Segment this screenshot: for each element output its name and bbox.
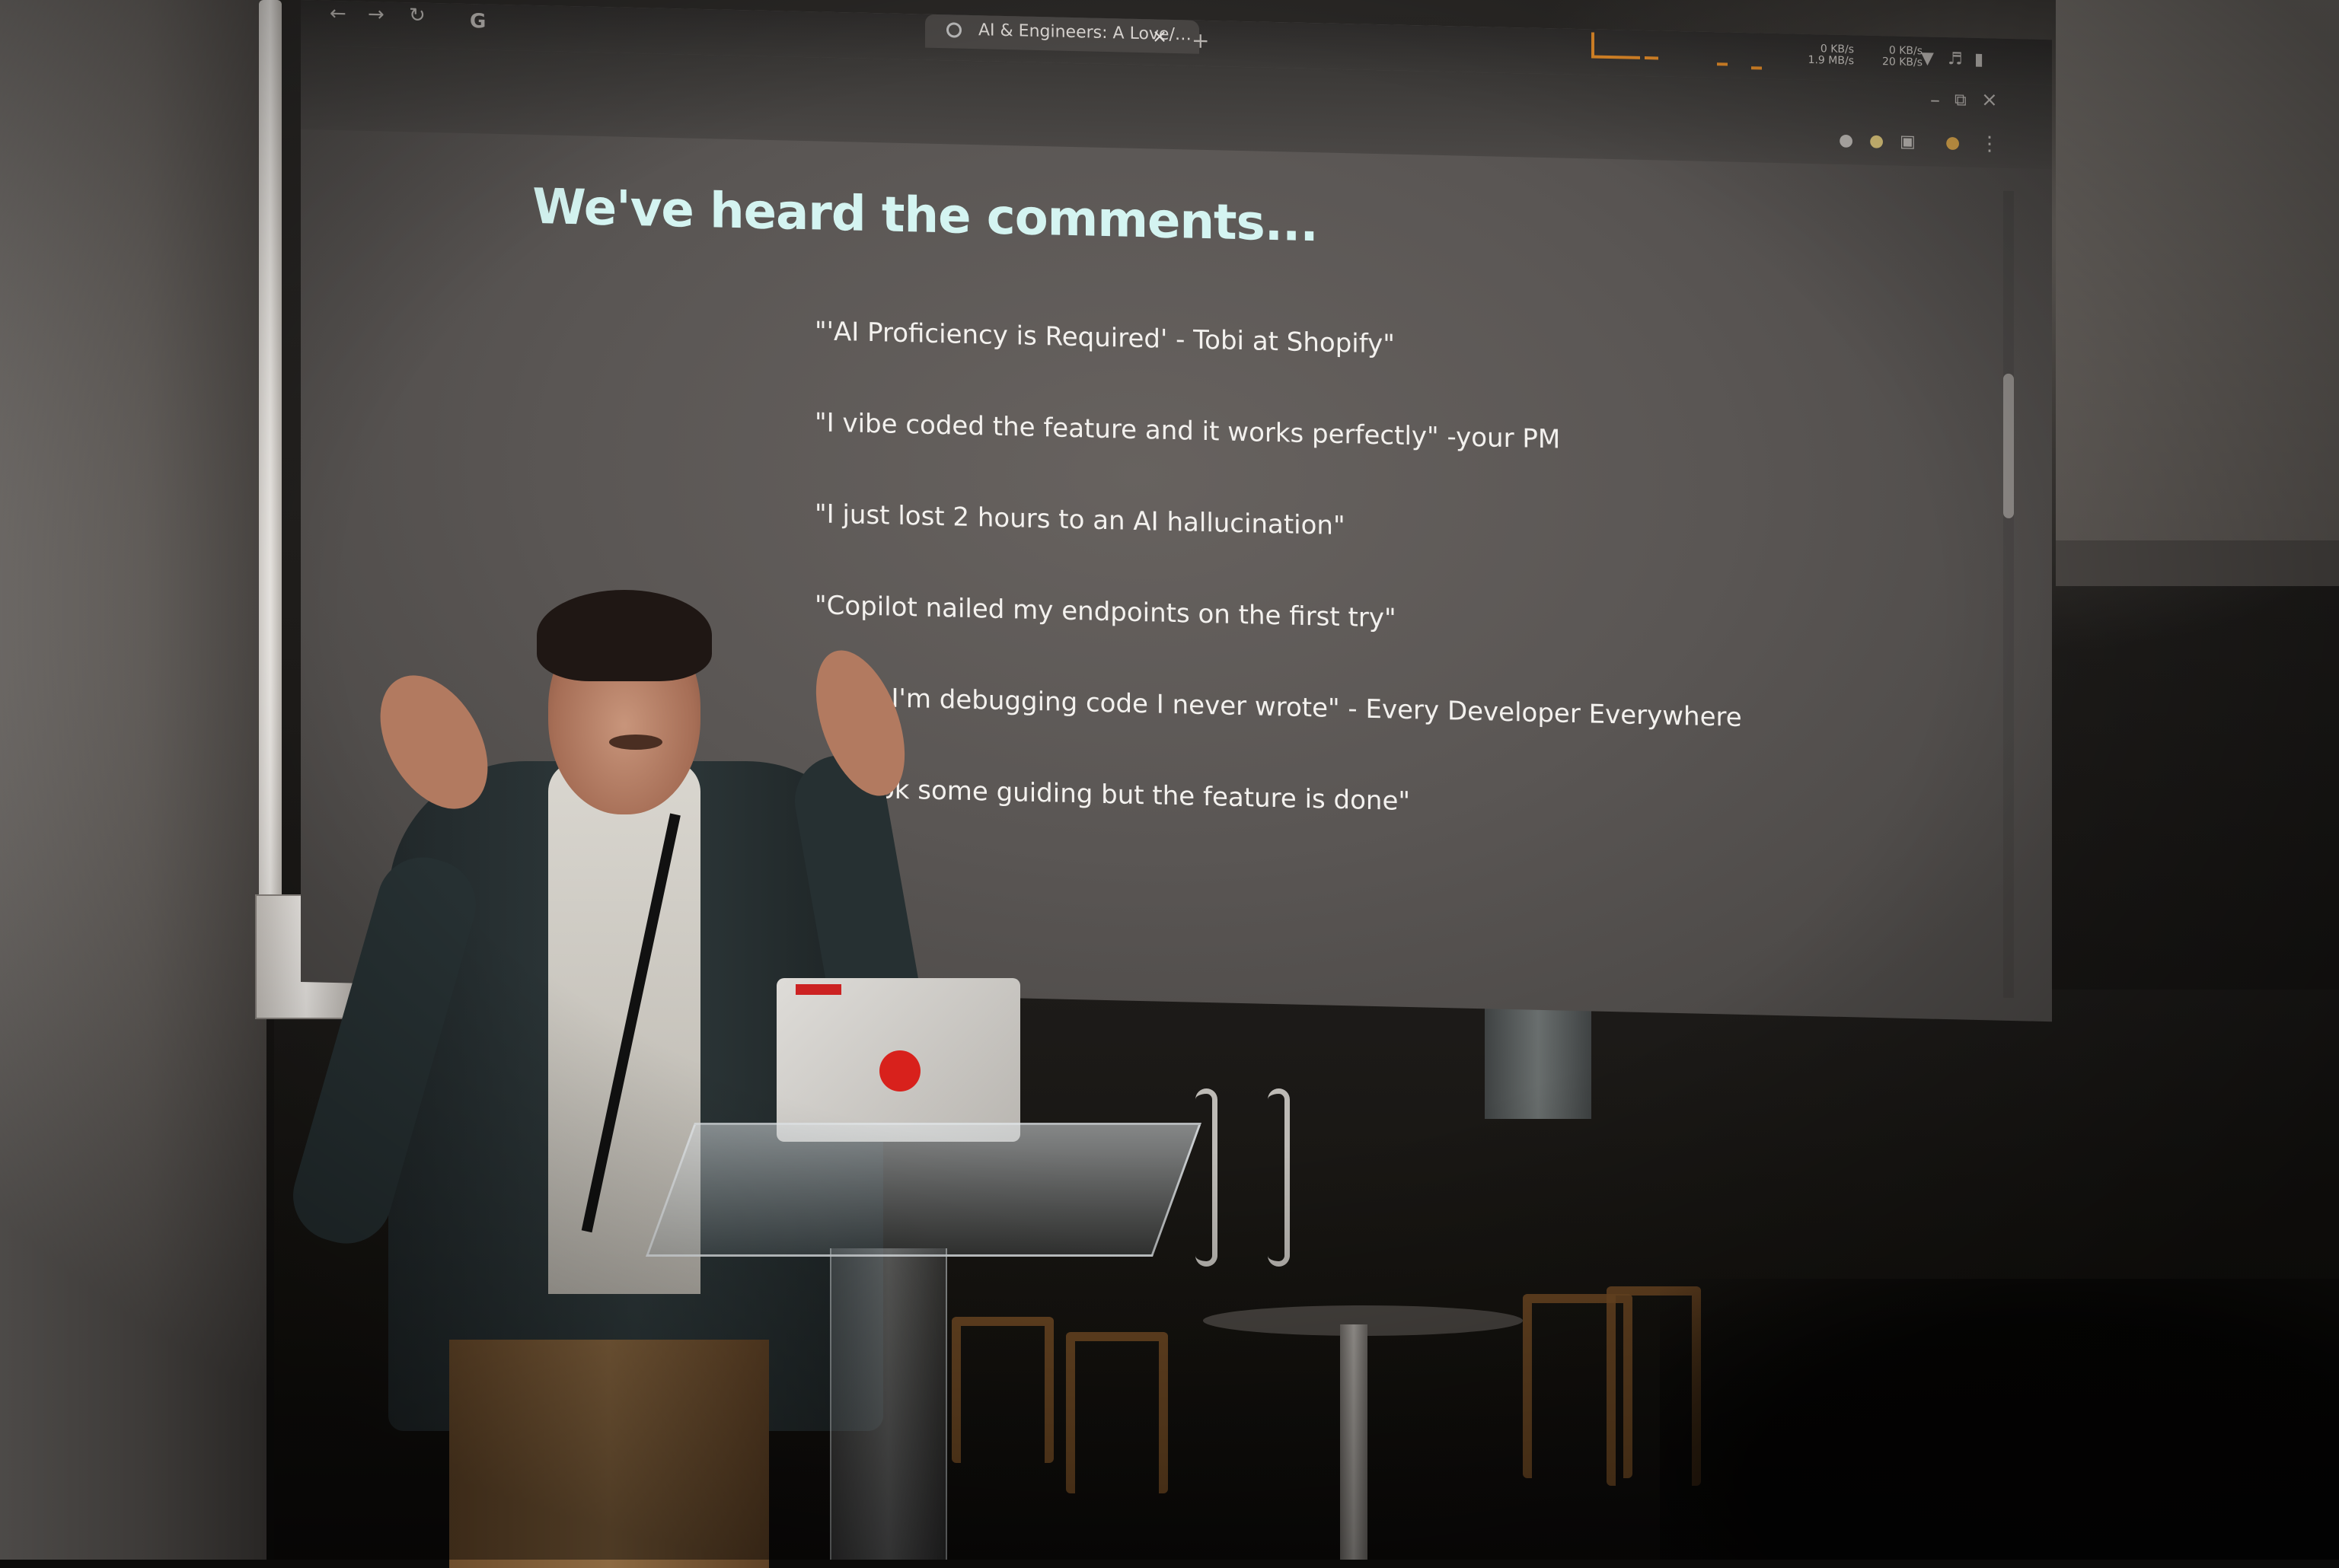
restore-icon[interactable]: ⧉ bbox=[1954, 91, 1967, 110]
speaker-hair bbox=[537, 590, 712, 681]
network-meter-2: 0 KB/s 20 KB/s bbox=[1854, 44, 1923, 69]
google-icon[interactable]: G bbox=[470, 10, 486, 33]
cpu-graph-icon bbox=[1591, 32, 1640, 59]
laptop-logo-sticker bbox=[879, 1050, 921, 1092]
avatar[interactable]: ● bbox=[1945, 133, 1960, 153]
chair bbox=[952, 1317, 1054, 1463]
cpu-graph-tick bbox=[1645, 56, 1658, 60]
wifi-icon[interactable]: ▼ bbox=[1921, 49, 1934, 69]
tab-favicon-icon bbox=[946, 22, 962, 38]
podium-stem bbox=[830, 1248, 947, 1560]
back-arrow-icon[interactable]: ← bbox=[330, 2, 346, 25]
cpu-graph-tick bbox=[1751, 66, 1762, 70]
page-scrollbar[interactable] bbox=[2003, 190, 2014, 999]
door-handle-left bbox=[1195, 1088, 1217, 1267]
close-icon[interactable]: × bbox=[1981, 88, 1998, 111]
kebab-menu-icon[interactable]: ⋮ bbox=[1980, 132, 1999, 156]
quote-5: "Now I'm debugging code I never wrote" -… bbox=[815, 681, 1742, 733]
cafe-table-leg bbox=[1340, 1324, 1367, 1560]
net-up-readout-2: 20 KB/s bbox=[1881, 56, 1923, 69]
palette-icon[interactable]: ● bbox=[1839, 131, 1853, 151]
right-wall bbox=[2056, 0, 2339, 548]
laptop-sticker bbox=[796, 984, 841, 995]
puzzle-icon[interactable]: ▣ bbox=[1900, 132, 1916, 152]
volume-icon[interactable]: ♬ bbox=[1948, 49, 1963, 69]
chair bbox=[1066, 1332, 1168, 1493]
network-meter: 0 KB/s 1.9 MB/s bbox=[1770, 43, 1854, 67]
laptop bbox=[777, 978, 1020, 1142]
audience-silhouette bbox=[1660, 1279, 2339, 1560]
scrollbar-thumb[interactable] bbox=[2003, 373, 2014, 519]
extension-badge-icon[interactable]: ● bbox=[1869, 132, 1884, 151]
wall-ledge bbox=[2056, 540, 2339, 586]
cpu-graph-tick bbox=[1717, 62, 1728, 66]
left-wall bbox=[0, 0, 266, 1560]
speaker-mustache bbox=[609, 735, 662, 750]
wall-conduit bbox=[259, 0, 282, 913]
slide-title: We've heard the comments... bbox=[532, 178, 1318, 253]
new-tab-icon[interactable]: + bbox=[1192, 28, 1209, 54]
reload-icon[interactable]: ↻ bbox=[409, 4, 426, 27]
reflected-light bbox=[1485, 1005, 1591, 1119]
door-handle-right bbox=[1268, 1088, 1290, 1267]
minimize-icon[interactable]: – bbox=[1930, 89, 1940, 112]
quote-2: "I vibe coded the feature and it works p… bbox=[815, 407, 1561, 455]
battery-icon[interactable]: ▮ bbox=[1974, 50, 1983, 70]
net-up-readout: 1.9 MB/s bbox=[1808, 53, 1854, 68]
quote-1: "'AI Proficiency is Required' - Tobi at … bbox=[815, 316, 1395, 360]
speaker-pants bbox=[449, 1340, 769, 1568]
forward-arrow-icon[interactable]: → bbox=[368, 3, 385, 26]
podium-top bbox=[645, 1123, 1202, 1257]
